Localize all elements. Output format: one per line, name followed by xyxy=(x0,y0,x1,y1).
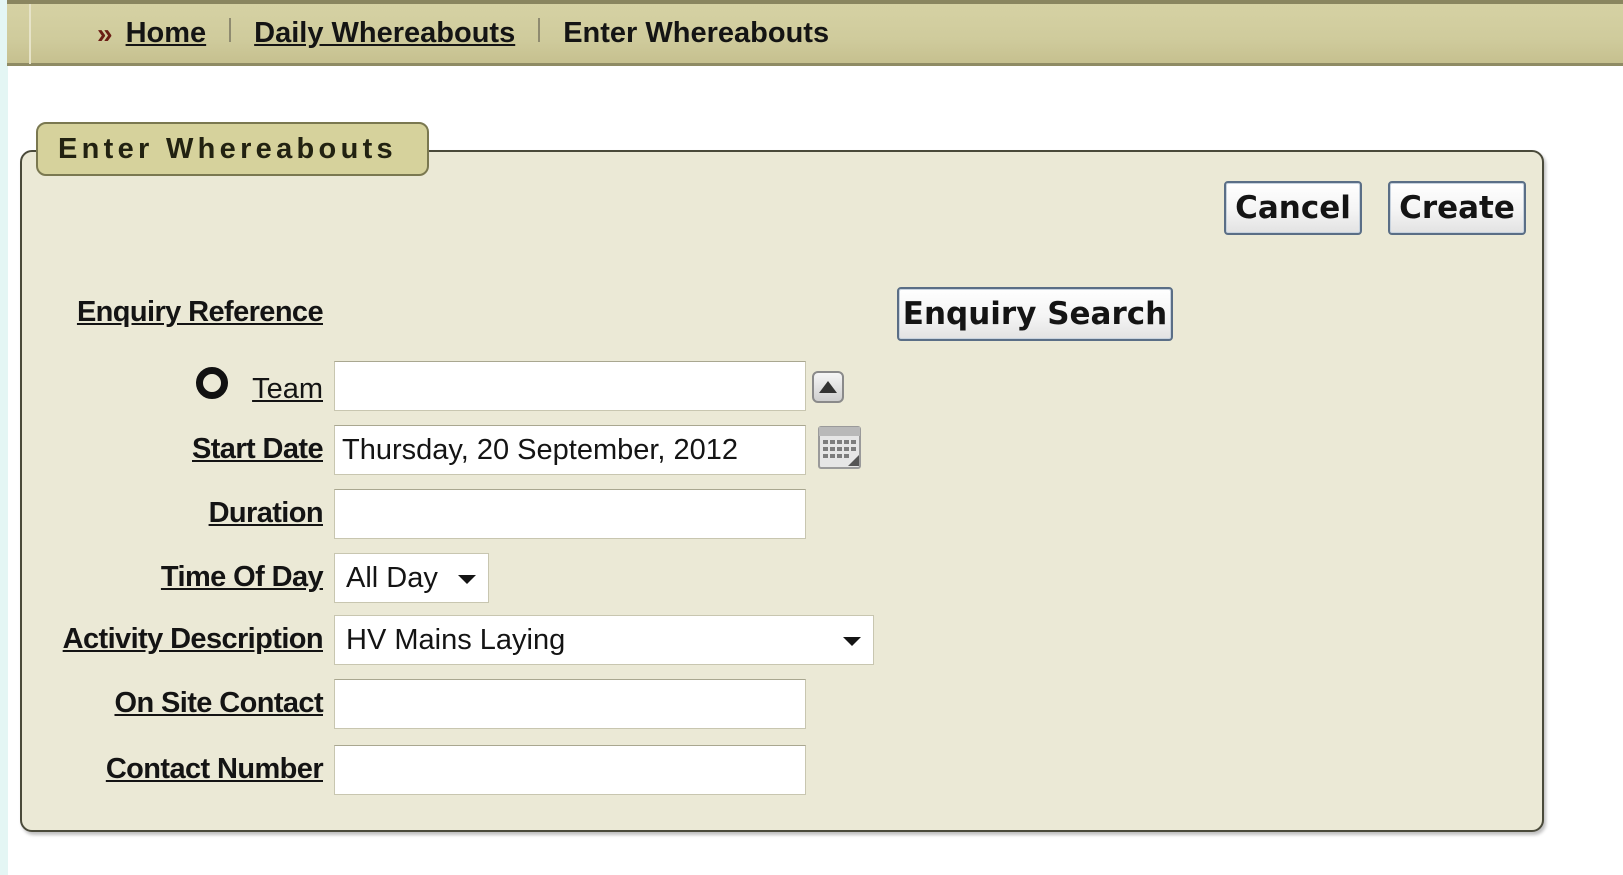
breadcrumb-current-page: Enter Whereabouts xyxy=(563,17,830,49)
double-chevron-right-icon: » xyxy=(97,17,113,49)
breadcrumb-divider xyxy=(538,17,541,42)
time-of-day-value: All Day xyxy=(346,562,438,594)
chevron-down-icon xyxy=(843,637,861,646)
time-of-day-label: Time Of Day xyxy=(160,561,324,593)
breadcrumb-bar: » Home Daily Whereabouts Enter Whereabou… xyxy=(7,0,1623,66)
enquiry-reference-link[interactable]: Enquiry Reference xyxy=(77,296,324,329)
cancel-button[interactable]: Cancel xyxy=(1224,181,1362,235)
activity-description-label: Activity Description xyxy=(62,623,324,655)
start-date-input[interactable]: Thursday, 20 September, 2012 xyxy=(334,425,806,475)
panel-title: Enter Whereabouts xyxy=(36,122,429,176)
breadcrumb: » Home Daily Whereabouts Enter Whereabou… xyxy=(97,17,829,50)
duration-input[interactable] xyxy=(334,489,806,539)
time-of-day-select[interactable]: All Day xyxy=(334,553,489,603)
breadcrumb-divider xyxy=(229,17,232,42)
breadcrumb-inner: » Home Daily Whereabouts Enter Whereabou… xyxy=(29,4,1623,64)
chevron-down-icon xyxy=(458,575,476,584)
breadcrumb-home-link[interactable]: Home xyxy=(126,17,207,50)
contact-number-input[interactable] xyxy=(334,745,806,795)
lov-icon[interactable] xyxy=(812,371,844,403)
on-site-contact-label: On Site Contact xyxy=(114,687,323,719)
left-accent-strip xyxy=(0,0,8,875)
enquiry-search-button[interactable]: Enquiry Search xyxy=(897,287,1173,341)
triangle-up-icon xyxy=(819,381,837,393)
contact-number-label: Contact Number xyxy=(105,753,324,785)
start-date-label: Start Date xyxy=(192,433,324,465)
on-site-contact-input[interactable] xyxy=(334,679,806,729)
activity-description-value: HV Mains Laying xyxy=(346,624,566,656)
breadcrumb-daily-whereabouts-link[interactable]: Daily Whereabouts xyxy=(254,17,515,50)
activity-description-select[interactable]: HV Mains Laying xyxy=(334,615,874,665)
create-button[interactable]: Create xyxy=(1388,181,1526,235)
team-radio-button[interactable] xyxy=(196,367,228,399)
duration-label: Duration xyxy=(208,497,324,529)
calendar-icon[interactable] xyxy=(818,426,861,469)
team-input[interactable] xyxy=(334,361,806,411)
team-label: Team xyxy=(252,373,323,405)
